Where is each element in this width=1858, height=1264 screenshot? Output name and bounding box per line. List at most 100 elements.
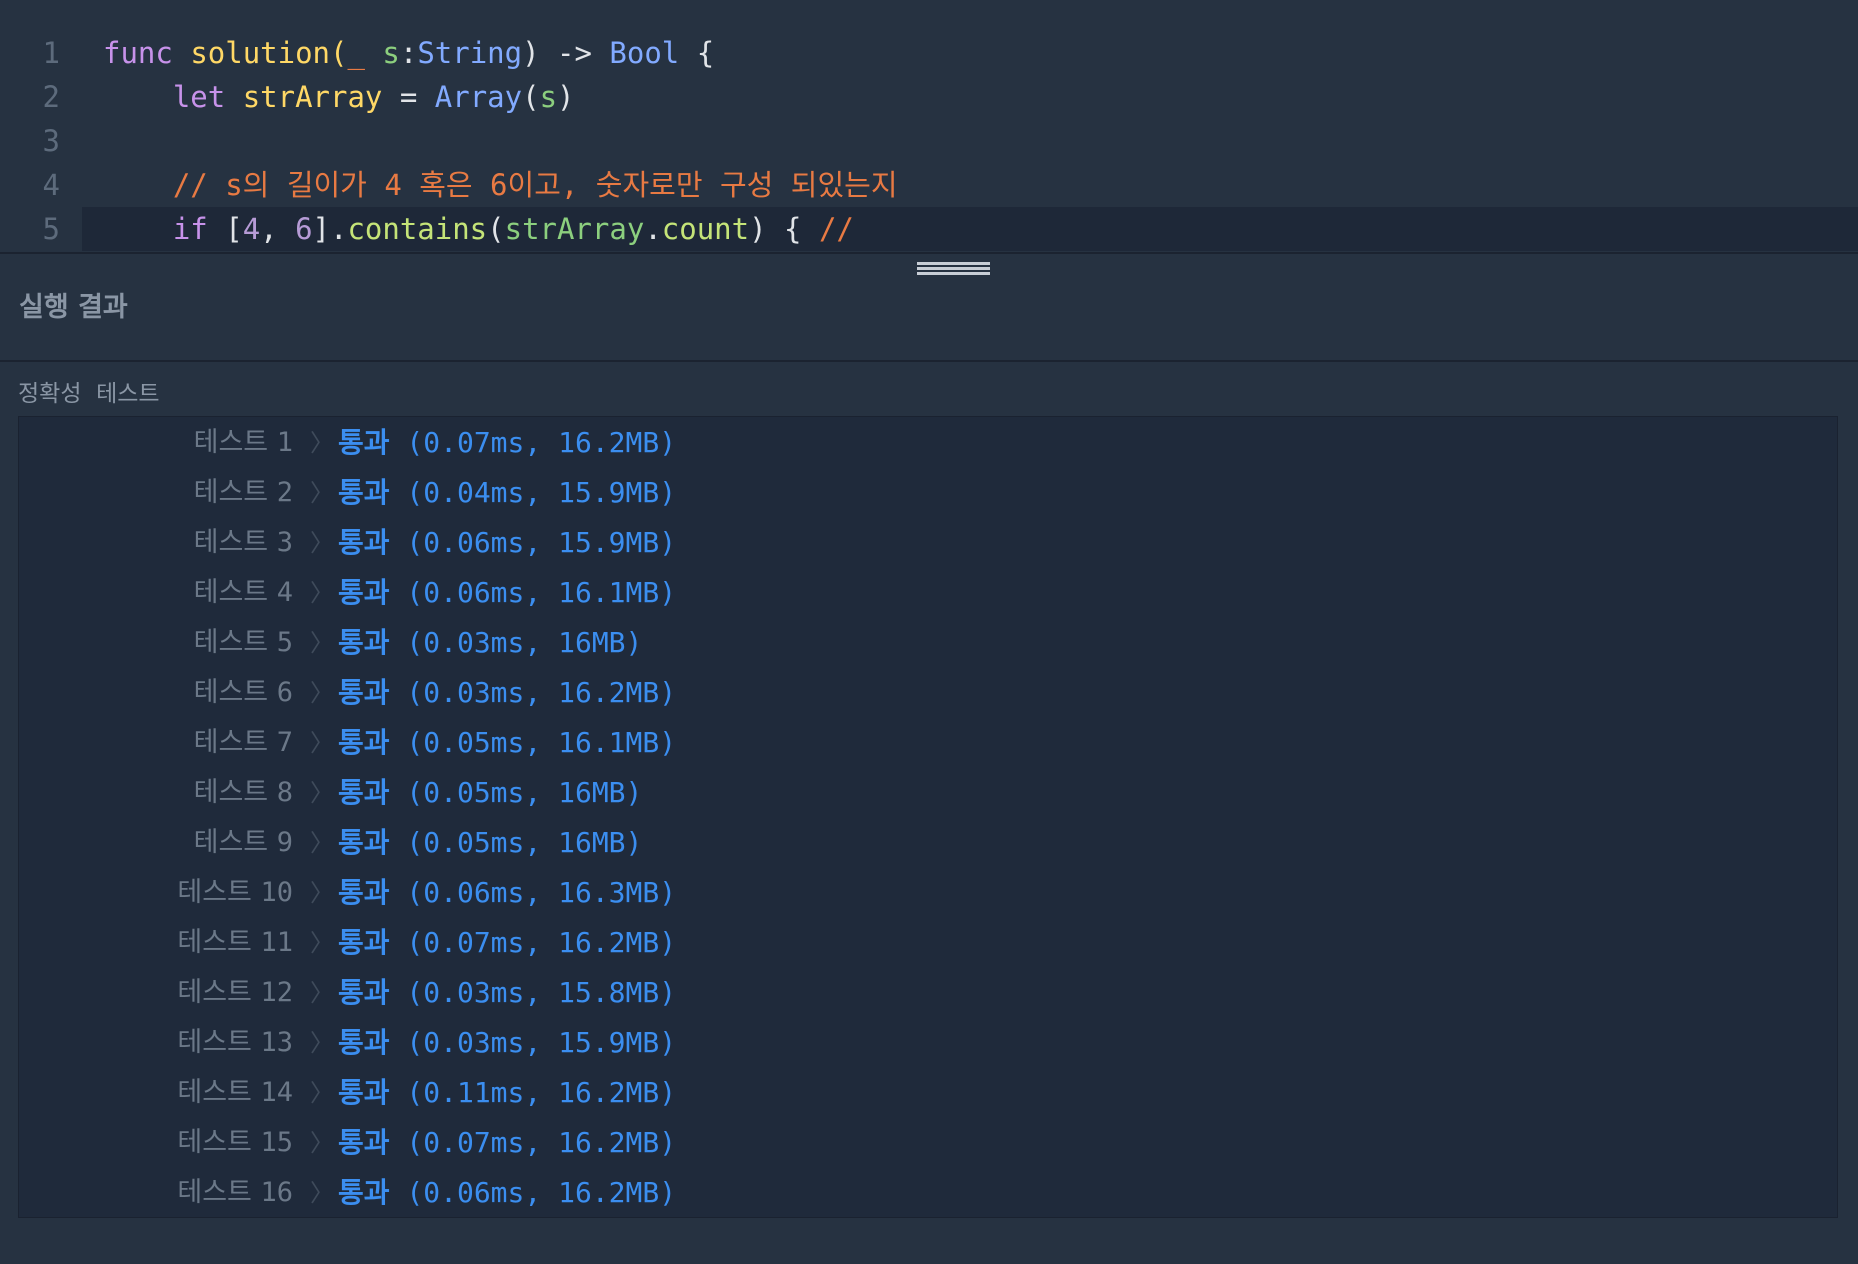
test-number: 11 [260,927,293,958]
chevron-right-icon: 〉 [310,929,334,957]
code-token: ]. [312,212,348,246]
test-label: 테스트 6 [19,668,293,718]
test-detail: (0.07ms, 16.2MB) [389,926,677,959]
test-status: 통과 [338,1026,390,1059]
test-result: 통과 (0.07ms, 16.2MB) [338,1118,676,1168]
chevron-right-icon: 〉 [310,1079,334,1107]
code-token: s [382,36,400,70]
code-token: // s의 길이가 4 혹은 6이고, 숫자로만 구성 되있는지 [172,168,898,202]
test-status: 통과 [338,1176,390,1209]
code-token: { [679,36,715,70]
code-line[interactable]: 3 [0,119,1858,163]
test-label-text: 테스트 [193,677,277,708]
test-result-row: 테스트 11 〉 통과 (0.07ms, 16.2MB) [19,918,719,968]
test-label: 테스트 7 [19,718,293,768]
test-result: 통과 (0.05ms, 16MB) [338,818,642,868]
code-token: . [644,212,662,246]
test-status: 통과 [338,776,390,809]
code-token: _ [347,36,365,70]
section-divider [0,360,1858,362]
code-line[interactable]: 2 let strArray = Array(s) [0,75,1858,119]
test-result: 통과 (0.06ms, 16.1MB) [338,568,676,618]
line-number: 5 [42,212,60,246]
test-number: 13 [260,1027,293,1058]
test-status: 통과 [338,1126,390,1159]
test-label-text: 테스트 [193,727,277,758]
test-label: 테스트 3 [19,518,293,568]
test-result-row: 테스트 6 〉 통과 (0.03ms, 16.2MB) [19,668,719,718]
test-detail: (0.03ms, 15.9MB) [389,1026,677,1059]
code-token: [ [207,212,243,246]
line-number: 2 [42,80,60,114]
code-token: -> [557,36,592,70]
code-editor[interactable]: 1 func solution(_ s:String) -> Bool {2 le… [0,0,1858,252]
test-result-row: 테스트 13 〉 통과 (0.03ms, 15.9MB) [19,1018,719,1068]
test-detail: (0.03ms, 15.8MB) [389,976,677,1009]
code-token: ( [330,36,348,70]
test-label-text: 테스트 [193,577,277,608]
resize-handle-icon[interactable] [917,262,990,280]
test-label-text: 테스트 [177,1027,261,1058]
code-token: solution [190,36,330,70]
test-label: 테스트 14 [19,1068,293,1118]
test-result: 통과 (0.06ms, 15.9MB) [338,518,676,568]
test-label: 테스트 10 [19,868,293,918]
test-result-row: 테스트 4 〉 통과 (0.06ms, 16.1MB) [19,568,719,618]
code-text: func solution(_ s:String) -> Bool { [103,31,714,75]
test-label-text: 테스트 [193,527,277,558]
test-status: 통과 [338,526,390,559]
test-detail: (0.11ms, 16.2MB) [389,1076,677,1109]
test-detail: (0.06ms, 16.3MB) [389,876,677,909]
test-label: 테스트 11 [19,918,293,968]
code-token: ) [557,80,575,114]
test-detail: (0.05ms, 16MB) [389,826,643,859]
test-result-row: 테스트 15 〉 통과 (0.07ms, 16.2MB) [19,1118,719,1168]
code-token: Array [434,80,523,114]
test-detail: (0.07ms, 16.2MB) [389,1126,677,1159]
test-label: 테스트 15 [19,1118,293,1168]
test-status: 통과 [338,826,390,859]
chevron-right-icon: 〉 [310,529,334,557]
test-number: 15 [260,1127,293,1158]
test-label: 테스트 13 [19,1018,293,1068]
code-line[interactable]: 4 // s의 길이가 4 혹은 6이고, 숫자로만 구성 되있는지 [0,163,1858,207]
test-result: 통과 (0.05ms, 16MB) [338,768,642,818]
test-number: 10 [260,877,293,908]
test-detail: (0.03ms, 16.2MB) [389,676,677,709]
code-line[interactable]: 1 func solution(_ s:String) -> Bool { [0,31,1858,75]
test-label-text: 테스트 [177,927,261,958]
code-token: String [417,36,523,70]
code-token: ( [487,212,505,246]
line-number: 4 [42,168,60,202]
test-label-text: 테스트 [177,977,261,1008]
test-result-row: 테스트 1 〉 통과 (0.07ms, 16.2MB) [19,418,719,468]
test-label: 테스트 16 [19,1168,293,1218]
code-line[interactable]: 5 if [4, 6].contains(strArray.count) { /… [43,207,1858,251]
test-number: 8 [276,777,293,808]
chevron-right-icon: 〉 [310,1029,334,1057]
code-text: // s의 길이가 4 혹은 6이고, 숫자로만 구성 되있는지 [103,163,898,207]
code-token: : [399,36,418,70]
test-result-row: 테스트 10 〉 통과 (0.06ms, 16.3MB) [19,868,719,918]
test-detail: (0.04ms, 15.9MB) [389,476,677,509]
test-detail: (0.03ms, 16MB) [389,626,643,659]
test-label-text: 테스트 [193,627,277,658]
chevron-right-icon: 〉 [310,579,334,607]
test-status: 통과 [338,626,390,659]
chevron-right-icon: 〉 [310,679,334,707]
test-result: 통과 (0.03ms, 16.2MB) [338,668,676,718]
chevron-right-icon: 〉 [310,629,334,657]
test-result-row: 테스트 12 〉 통과 (0.03ms, 15.8MB) [19,968,719,1018]
test-number: 14 [260,1077,293,1108]
test-result: 통과 (0.03ms, 16MB) [338,618,642,668]
code-token: ) [522,36,558,70]
test-detail: (0.06ms, 15.9MB) [389,526,677,559]
chevron-right-icon: 〉 [310,1129,334,1157]
test-result: 통과 (0.07ms, 16.2MB) [338,918,676,968]
chevron-right-icon: 〉 [310,879,334,907]
code-token: Bool [609,36,680,70]
test-status: 통과 [338,576,390,609]
